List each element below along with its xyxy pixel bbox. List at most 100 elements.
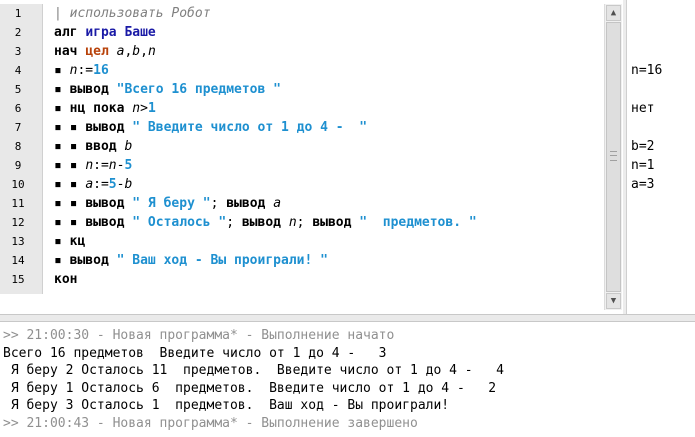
code-token: нач xyxy=(54,44,86,59)
variable-value: n=1 xyxy=(631,158,655,173)
variable-value: b=2 xyxy=(631,139,655,154)
line-number: 9 xyxy=(14,159,22,172)
code-token: "Всего 16 предметов " xyxy=(116,82,281,97)
code-token: a xyxy=(273,196,282,211)
code-token: нц пока xyxy=(69,101,133,116)
variable-values-panel: n=16 нет b=2 n=1 a=3 xyxy=(626,0,695,314)
indent-marker: ▪ xyxy=(54,101,70,116)
code-line[interactable]: ▪ ▪ a:=5-b xyxy=(54,175,132,194)
code-token: игра Баше xyxy=(85,25,156,40)
indent-marker: ▪ xyxy=(54,63,70,78)
code-token: , xyxy=(140,44,148,59)
line-number: 15 xyxy=(11,273,25,286)
code-line[interactable]: ▪ ▪ n:=n-5 xyxy=(54,156,132,175)
line-number: 7 xyxy=(14,121,22,134)
code-token: вывод xyxy=(85,120,133,135)
code-token: " Введите число от 1 до 4 - " xyxy=(132,120,368,135)
line-number: 5 xyxy=(14,83,22,96)
console-output-line: Я беру 3 Осталось 1 предметов. Ваш ход -… xyxy=(3,398,450,413)
line-number: 8 xyxy=(14,140,22,153)
code-token: a xyxy=(85,177,94,192)
code-token: вывод xyxy=(69,253,117,268)
code-line[interactable]: ▪ ▪ вывод " Введите число от 1 до 4 - " xyxy=(54,118,367,137)
code-token: вывод xyxy=(241,215,289,230)
indent-marker: ▪ ▪ xyxy=(54,139,86,154)
code-token: вывод xyxy=(85,196,133,211)
code-token: := xyxy=(93,177,109,192)
line-number: 3 xyxy=(14,45,22,58)
code-line[interactable]: нач цел a,b,n xyxy=(54,42,156,61)
code-token: b xyxy=(124,139,133,154)
code-line[interactable]: ▪ n:=16 xyxy=(54,61,109,80)
line-number: 1 xyxy=(14,7,22,20)
code-line[interactable]: кон xyxy=(54,270,77,289)
code-token: вывод xyxy=(312,215,360,230)
line-number: 13 xyxy=(11,235,25,248)
scroll-down-icon[interactable]: ▼ xyxy=(606,293,621,309)
indent-marker: ▪ ▪ xyxy=(54,158,86,173)
console-output-line: Я беру 2 Осталось 11 предметов. Введите … xyxy=(3,363,504,378)
code-token: n xyxy=(288,215,297,230)
code-line[interactable]: ▪ вывод " Ваш ход - Вы проиграли! " xyxy=(54,251,328,270)
output-console[interactable]: >> 21:00:30 - Новая программа* - Выполне… xyxy=(0,323,695,437)
variable-value: n=16 xyxy=(631,63,663,78)
code-token: вывод xyxy=(85,215,133,230)
indent-marker: ▪ xyxy=(54,234,70,249)
indent-marker: ▪ ▪ xyxy=(54,196,86,211)
code-token: " Осталось " xyxy=(132,215,227,230)
code-token: := xyxy=(77,63,94,78)
scroll-up-icon[interactable]: ▲ xyxy=(606,5,621,21)
code-token: := xyxy=(93,158,109,173)
code-token: ; xyxy=(210,196,227,211)
line-number: 6 xyxy=(14,102,22,115)
indent-marker: ▪ ▪ xyxy=(54,177,86,192)
code-editor[interactable]: 1 2 3 4 5 6 7 8 9 10 11 12 13 14 15 | использовать Роб… xyxy=(0,0,623,314)
code-line[interactable]: алг игра Баше xyxy=(54,23,156,42)
code-token: " предметов. " xyxy=(359,215,477,230)
line-number: 14 xyxy=(11,254,25,267)
code-token: n xyxy=(108,158,117,173)
code-token: b xyxy=(124,177,133,192)
code-token: | использовать Робот xyxy=(54,6,211,21)
code-line[interactable]: ▪ ▪ ввод b xyxy=(54,137,132,156)
vertical-scrollbar[interactable]: ▲ ▼ xyxy=(604,4,622,310)
code-token: b xyxy=(132,44,141,59)
code-token: 1 xyxy=(147,101,156,116)
code-line[interactable]: ▪ вывод "Всего 16 предметов " xyxy=(54,80,281,99)
code-token: вывод xyxy=(226,196,274,211)
code-line[interactable]: ▪ ▪ вывод " Осталось "; вывод n; вывод "… xyxy=(54,213,477,232)
code-token: ввод xyxy=(85,139,125,154)
line-number: 11 xyxy=(11,197,25,210)
code-token: n xyxy=(85,158,94,173)
line-number-gutter: 1 2 3 4 5 6 7 8 9 10 11 12 13 14 15 xyxy=(0,4,43,294)
line-number: 10 xyxy=(11,178,25,191)
code-token: 5 xyxy=(124,158,133,173)
indent-marker: ▪ ▪ xyxy=(54,215,86,230)
code-token: вывод xyxy=(69,82,117,97)
indent-marker: ▪ ▪ xyxy=(54,120,86,135)
code-token: 16 xyxy=(93,63,109,78)
code-token: " Ваш ход - Вы проиграли! " xyxy=(116,253,328,268)
code-token: кц xyxy=(69,234,86,249)
line-number: 12 xyxy=(11,216,25,229)
code-token: кон xyxy=(54,272,78,287)
line-number: 4 xyxy=(14,64,22,77)
code-line[interactable]: | использовать Робот xyxy=(54,4,211,23)
code-line[interactable]: ▪ нц пока n>1 xyxy=(54,99,156,118)
console-output-line: Всего 16 предметов Введите число от 1 до… xyxy=(3,345,387,361)
code-token: цел xyxy=(85,44,117,59)
code-line[interactable]: ▪ ▪ вывод " Я беру "; вывод a xyxy=(54,194,281,213)
console-splitter[interactable] xyxy=(0,314,695,322)
code-token: n xyxy=(147,44,156,59)
code-area[interactable]: | использовать Робот алг игра Баше нач цел… xyxy=(54,4,602,304)
variable-value: нет xyxy=(631,101,655,116)
indent-marker: ▪ xyxy=(54,253,70,268)
code-token: 5 xyxy=(108,177,117,192)
code-token: " Я беру " xyxy=(132,196,211,211)
console-status-line: >> 21:00:43 - Новая программа* - Выполне… xyxy=(3,415,418,431)
code-token: ; xyxy=(296,215,313,230)
code-line[interactable]: ▪ кц xyxy=(54,232,85,251)
scrollbar-thumb[interactable] xyxy=(606,22,621,292)
console-status-line: >> 21:00:30 - Новая программа* - Выполне… xyxy=(3,328,395,343)
code-token: ; xyxy=(226,215,242,230)
